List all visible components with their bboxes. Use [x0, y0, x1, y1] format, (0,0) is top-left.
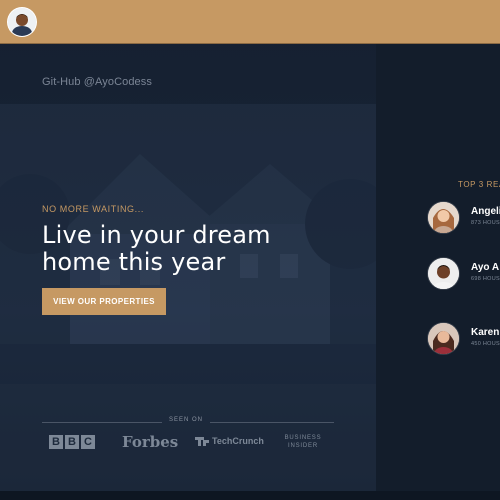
bottom-strip	[0, 491, 500, 500]
realtor-item[interactable]: Ayo A 698 HOUS	[428, 258, 500, 292]
realtor-item[interactable]: Angeli 873 HOUS	[428, 202, 500, 236]
hero-headline: Live in your dream home this year	[42, 221, 271, 276]
realtor-avatar	[428, 323, 459, 354]
user-avatar-icon[interactable]	[8, 8, 36, 36]
top-realtors-title: TOP 3 REA	[458, 180, 500, 189]
divider-right	[210, 422, 334, 423]
hero-section: Git-Hub @AyoCodess NO MORE WAITING... Li…	[0, 44, 376, 491]
techcrunch-text: TechCrunch	[212, 436, 264, 446]
realtor-avatar	[428, 258, 459, 289]
realtor-name: Ayo A	[471, 262, 500, 273]
business-insider-logo: BUSINESS INSIDER	[284, 435, 322, 449]
bbc-letter: B	[65, 435, 79, 449]
realtor-houses: 873 HOUS	[471, 220, 500, 226]
hero-subtitle: NO MORE WAITING...	[42, 204, 144, 214]
realtor-item[interactable]: Karen 450 HOUS	[428, 323, 500, 357]
top-bar	[0, 0, 500, 44]
realtor-name: Karen	[471, 327, 500, 338]
realtor-houses: 450 HOUS	[471, 341, 500, 347]
realtor-houses: 698 HOUS	[471, 276, 500, 282]
view-properties-button[interactable]: VIEW OUR PROPERTIES	[42, 288, 166, 315]
seen-on-label: SEEN ON	[168, 417, 203, 423]
github-handle[interactable]: Git-Hub @AyoCodess	[42, 76, 152, 88]
top-realtors-panel: TOP 3 REA Angeli 873 HOUS Ayo A 698 HOUS	[376, 44, 500, 491]
bbc-logo: B B C	[49, 435, 95, 449]
realtor-avatar	[428, 202, 459, 233]
techcrunch-logo: TechCrunch	[195, 436, 264, 446]
bbc-letter: B	[49, 435, 63, 449]
realtor-name: Angeli	[471, 206, 500, 217]
techcrunch-icon	[195, 436, 209, 446]
divider-left	[42, 422, 162, 423]
bbc-letter: C	[81, 435, 95, 449]
forbes-logo: Forbes	[122, 433, 179, 451]
